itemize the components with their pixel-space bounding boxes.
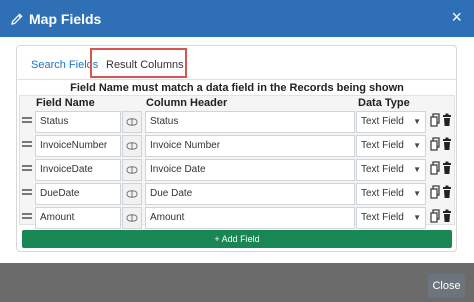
close-button[interactable]: Close	[428, 274, 465, 298]
close-icon[interactable]: ×	[451, 8, 462, 26]
dialog-header: Map Fields ×	[0, 0, 474, 37]
copy-icon[interactable]	[430, 185, 440, 199]
data-type-value: Text Field	[361, 212, 404, 223]
data-type-select[interactable]: Text Field ▼	[356, 111, 426, 133]
drag-handle-icon[interactable]	[22, 165, 32, 171]
copy-icon[interactable]	[430, 137, 440, 151]
link-icon[interactable]	[122, 183, 142, 205]
field-name-input[interactable]: DueDate	[35, 183, 121, 205]
link-icon[interactable]	[122, 159, 142, 181]
drag-handle-icon[interactable]	[22, 141, 32, 147]
data-type-value: Text Field	[361, 164, 404, 175]
column-header-input[interactable]: Status	[145, 111, 355, 133]
column-header-data-type: Data Type	[358, 97, 410, 109]
column-header-input[interactable]: Due Date	[145, 183, 355, 205]
tab-search-fields[interactable]: Search Fields	[31, 59, 98, 71]
data-type-value: Text Field	[361, 140, 404, 151]
column-header-input[interactable]: Invoice Number	[145, 135, 355, 157]
data-type-select[interactable]: Text Field ▼	[356, 159, 426, 181]
data-type-value: Text Field	[361, 188, 404, 199]
trash-icon[interactable]	[442, 185, 452, 199]
chevron-down-icon: ▼	[413, 117, 421, 126]
column-header-input[interactable]: Invoice Date	[145, 159, 355, 181]
table-row: Status Status Text Field ▼	[20, 111, 454, 133]
chevron-down-icon: ▼	[413, 189, 421, 198]
add-field-button[interactable]: + Add Field	[22, 230, 452, 248]
field-name-input[interactable]: Status	[35, 111, 121, 133]
dialog-title: Map Fields	[29, 10, 102, 27]
active-tab-highlight	[90, 48, 187, 78]
field-name-input[interactable]: Amount	[35, 207, 121, 229]
column-header-field-name: Field Name	[36, 97, 95, 109]
field-name-notice: Field Name must match a data field in th…	[70, 82, 404, 94]
column-header-input[interactable]: Amount	[145, 207, 355, 229]
copy-icon[interactable]	[430, 209, 440, 223]
field-name-input[interactable]: InvoiceNumber	[35, 135, 121, 157]
table-row: DueDate Due Date Text Field ▼	[20, 183, 454, 205]
table-row: InvoiceDate Invoice Date Text Field ▼	[20, 159, 454, 181]
data-type-select[interactable]: Text Field ▼	[356, 183, 426, 205]
link-icon[interactable]	[122, 135, 142, 157]
tabs-divider	[17, 79, 456, 80]
column-header-column-header: Column Header	[146, 97, 228, 109]
pencil-icon	[10, 12, 24, 26]
trash-icon[interactable]	[442, 209, 452, 223]
drag-handle-icon[interactable]	[22, 213, 32, 219]
data-type-value: Text Field	[361, 116, 404, 127]
link-icon[interactable]	[122, 207, 142, 229]
trash-icon[interactable]	[442, 137, 452, 151]
drag-handle-icon[interactable]	[22, 189, 32, 195]
chevron-down-icon: ▼	[413, 141, 421, 150]
chevron-down-icon: ▼	[413, 165, 421, 174]
table-row: Amount Amount Text Field ▼	[20, 207, 454, 229]
copy-icon[interactable]	[430, 161, 440, 175]
trash-icon[interactable]	[442, 161, 452, 175]
trash-icon[interactable]	[442, 113, 452, 127]
copy-icon[interactable]	[430, 113, 440, 127]
data-type-select[interactable]: Text Field ▼	[356, 135, 426, 157]
drag-handle-icon[interactable]	[22, 117, 32, 123]
field-name-input[interactable]: InvoiceDate	[35, 159, 121, 181]
link-icon[interactable]	[122, 111, 142, 133]
chevron-down-icon: ▼	[413, 213, 421, 222]
table-row: InvoiceNumber Invoice Number Text Field ▼	[20, 135, 454, 157]
data-type-select[interactable]: Text Field ▼	[356, 207, 426, 229]
